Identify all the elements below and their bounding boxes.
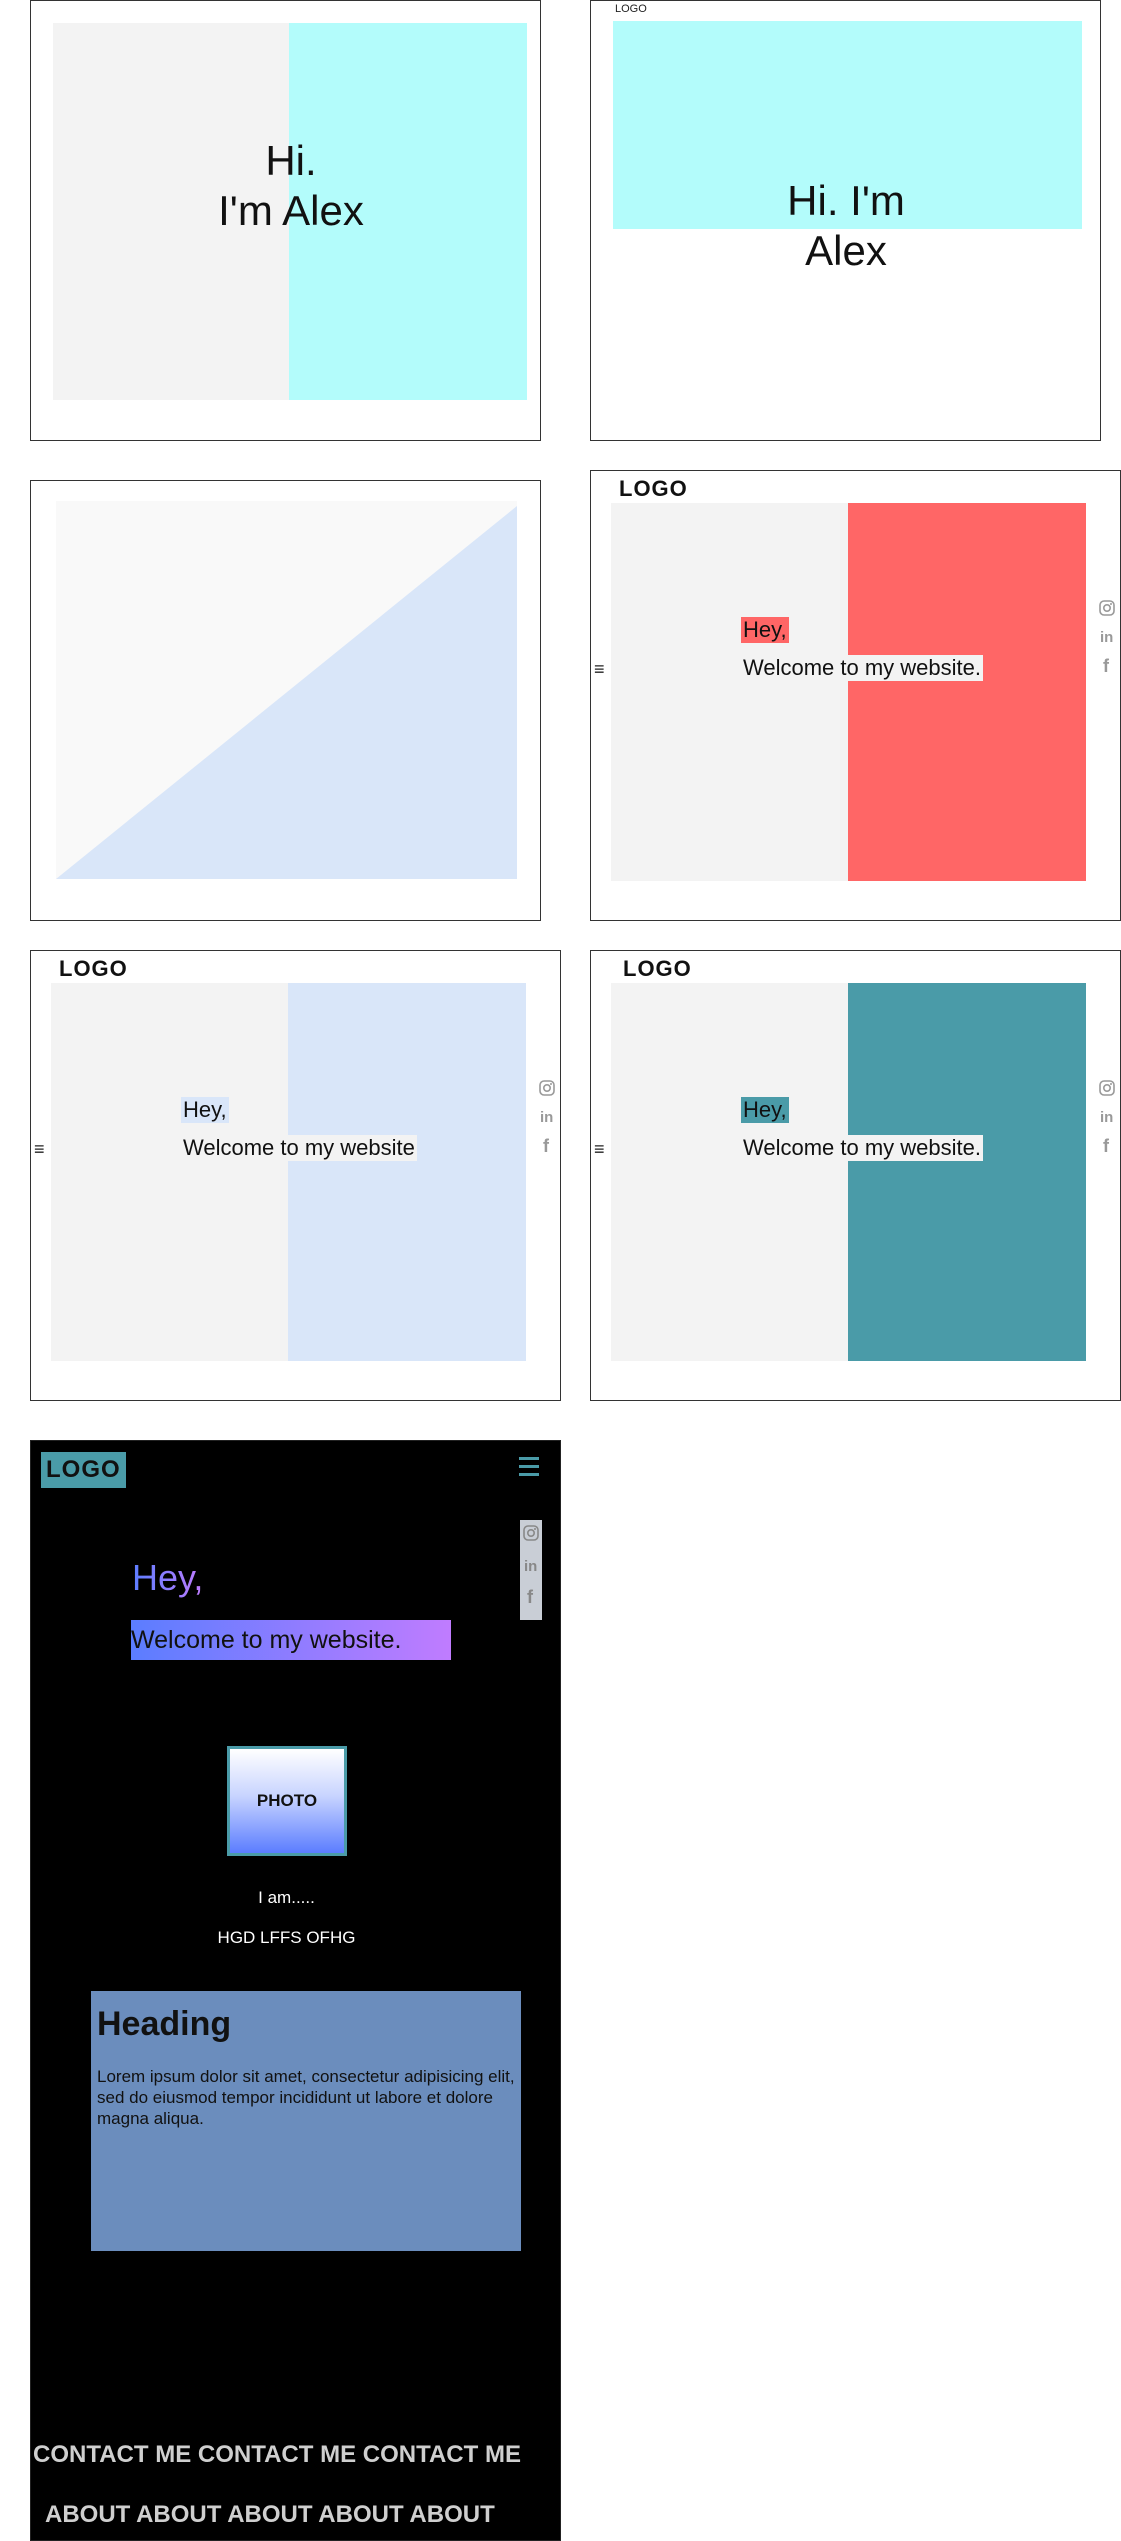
card-heading: Heading bbox=[97, 2005, 232, 2043]
frame-4: LOGO ≡ Hey, Welcome to my website. in f bbox=[590, 470, 1121, 921]
linkedin-icon[interactable]: in bbox=[538, 1107, 556, 1125]
photo-placeholder: PHOTO bbox=[227, 1746, 347, 1856]
hamburger-menu-icon[interactable]: ≡ bbox=[594, 660, 605, 678]
hero-right-panel bbox=[848, 503, 1086, 881]
hero-right-panel bbox=[288, 983, 526, 1361]
hamburger-menu-icon[interactable]: ≡ bbox=[594, 1140, 605, 1158]
instagram-icon[interactable] bbox=[538, 1079, 556, 1097]
facebook-icon[interactable]: f bbox=[1098, 655, 1116, 675]
svg-text:in: in bbox=[524, 1558, 537, 1574]
logo[interactable]: LOGO bbox=[59, 956, 128, 982]
logo[interactable]: LOGO bbox=[615, 3, 647, 15]
logo[interactable]: LOGO bbox=[41, 1452, 126, 1488]
greeting-line-1: Hi. I'm bbox=[787, 177, 905, 224]
linkedin-icon[interactable]: in bbox=[1098, 1107, 1116, 1125]
hero-welcome: Welcome to my website. bbox=[741, 1135, 984, 1161]
linkedin-icon[interactable]: in bbox=[522, 1556, 540, 1574]
frame-2: LOGO Hi. I'm Alex bbox=[590, 0, 1101, 441]
hero-left-panel bbox=[611, 503, 848, 881]
hero-greeting: Hi. I'm Alex bbox=[726, 176, 966, 277]
frame-3 bbox=[30, 480, 541, 921]
diagonal-split-graphic bbox=[56, 501, 517, 879]
frame-1: Hi. I'm Alex bbox=[30, 0, 541, 441]
name-text: HGD LFFS OFHG bbox=[217, 1928, 356, 1947]
logo[interactable]: LOGO bbox=[619, 476, 688, 502]
instagram-icon[interactable] bbox=[1098, 599, 1116, 617]
frame-6: LOGO ≡ Hey, Welcome to my website. in f bbox=[590, 950, 1121, 1401]
social-icons: in f bbox=[1096, 1079, 1118, 1155]
facebook-icon[interactable]: f bbox=[522, 1586, 540, 1606]
hamburger-menu-icon[interactable]: ≡ bbox=[34, 1140, 45, 1158]
hero-hey: Hey, bbox=[741, 617, 789, 643]
facebook-icon[interactable]: f bbox=[1098, 1135, 1116, 1155]
social-icons: in f bbox=[520, 1520, 542, 1620]
greeting-line-2: Alex bbox=[805, 227, 887, 275]
about-links[interactable]: ABOUT ABOUT ABOUT ABOUT ABOUT bbox=[45, 2501, 495, 2529]
hero-left-panel bbox=[611, 983, 848, 1361]
instagram-icon[interactable] bbox=[522, 1524, 540, 1542]
svg-text:f: f bbox=[543, 1136, 550, 1155]
instagram-icon[interactable] bbox=[1098, 1079, 1116, 1097]
hero-welcome: Welcome to my website bbox=[181, 1135, 417, 1161]
svg-text:in: in bbox=[1100, 629, 1113, 645]
greeting-line-1: Hi. bbox=[265, 137, 317, 184]
iam-text: I am..... bbox=[258, 1888, 315, 1907]
linkedin-icon[interactable]: in bbox=[1098, 627, 1116, 645]
frame-5: LOGO ≡ Hey, Welcome to my website in f bbox=[30, 950, 561, 1401]
hero-greeting: Hi. I'm Alex bbox=[181, 136, 401, 237]
svg-text:f: f bbox=[1103, 1136, 1110, 1155]
hero-right-panel bbox=[848, 983, 1086, 1361]
greeting-line-2: I'm Alex bbox=[218, 187, 364, 235]
social-icons: in f bbox=[1096, 599, 1118, 675]
frame-7-mobile: LOGO in f Hey, Welcome to my website. PH… bbox=[30, 1440, 561, 2541]
hero-welcome: Welcome to my website. bbox=[741, 655, 984, 681]
svg-text:f: f bbox=[1103, 656, 1110, 675]
contact-me-links[interactable]: CONTACT ME CONTACT ME CONTACT ME bbox=[33, 2441, 521, 2469]
hero-welcome: Welcome to my website. bbox=[131, 1620, 451, 1660]
hamburger-menu-icon[interactable] bbox=[519, 1457, 539, 1476]
content-card: Heading Lorem ipsum dolor sit amet, cons… bbox=[91, 1991, 521, 2251]
svg-text:in: in bbox=[1100, 1109, 1113, 1125]
social-icons: in f bbox=[536, 1079, 558, 1155]
hero-hey: Hey, bbox=[132, 1557, 204, 1598]
hero-left-panel bbox=[51, 983, 288, 1361]
photo-label: PHOTO bbox=[256, 1791, 318, 1810]
hero-hey: Hey, bbox=[181, 1097, 229, 1123]
svg-text:f: f bbox=[527, 1587, 534, 1606]
logo[interactable]: LOGO bbox=[623, 956, 692, 982]
facebook-icon[interactable]: f bbox=[538, 1135, 556, 1155]
svg-text:in: in bbox=[540, 1109, 553, 1125]
card-body: Lorem ipsum dolor sit amet, consectetur … bbox=[97, 2067, 515, 2128]
hero-hey: Hey, bbox=[741, 1097, 789, 1123]
